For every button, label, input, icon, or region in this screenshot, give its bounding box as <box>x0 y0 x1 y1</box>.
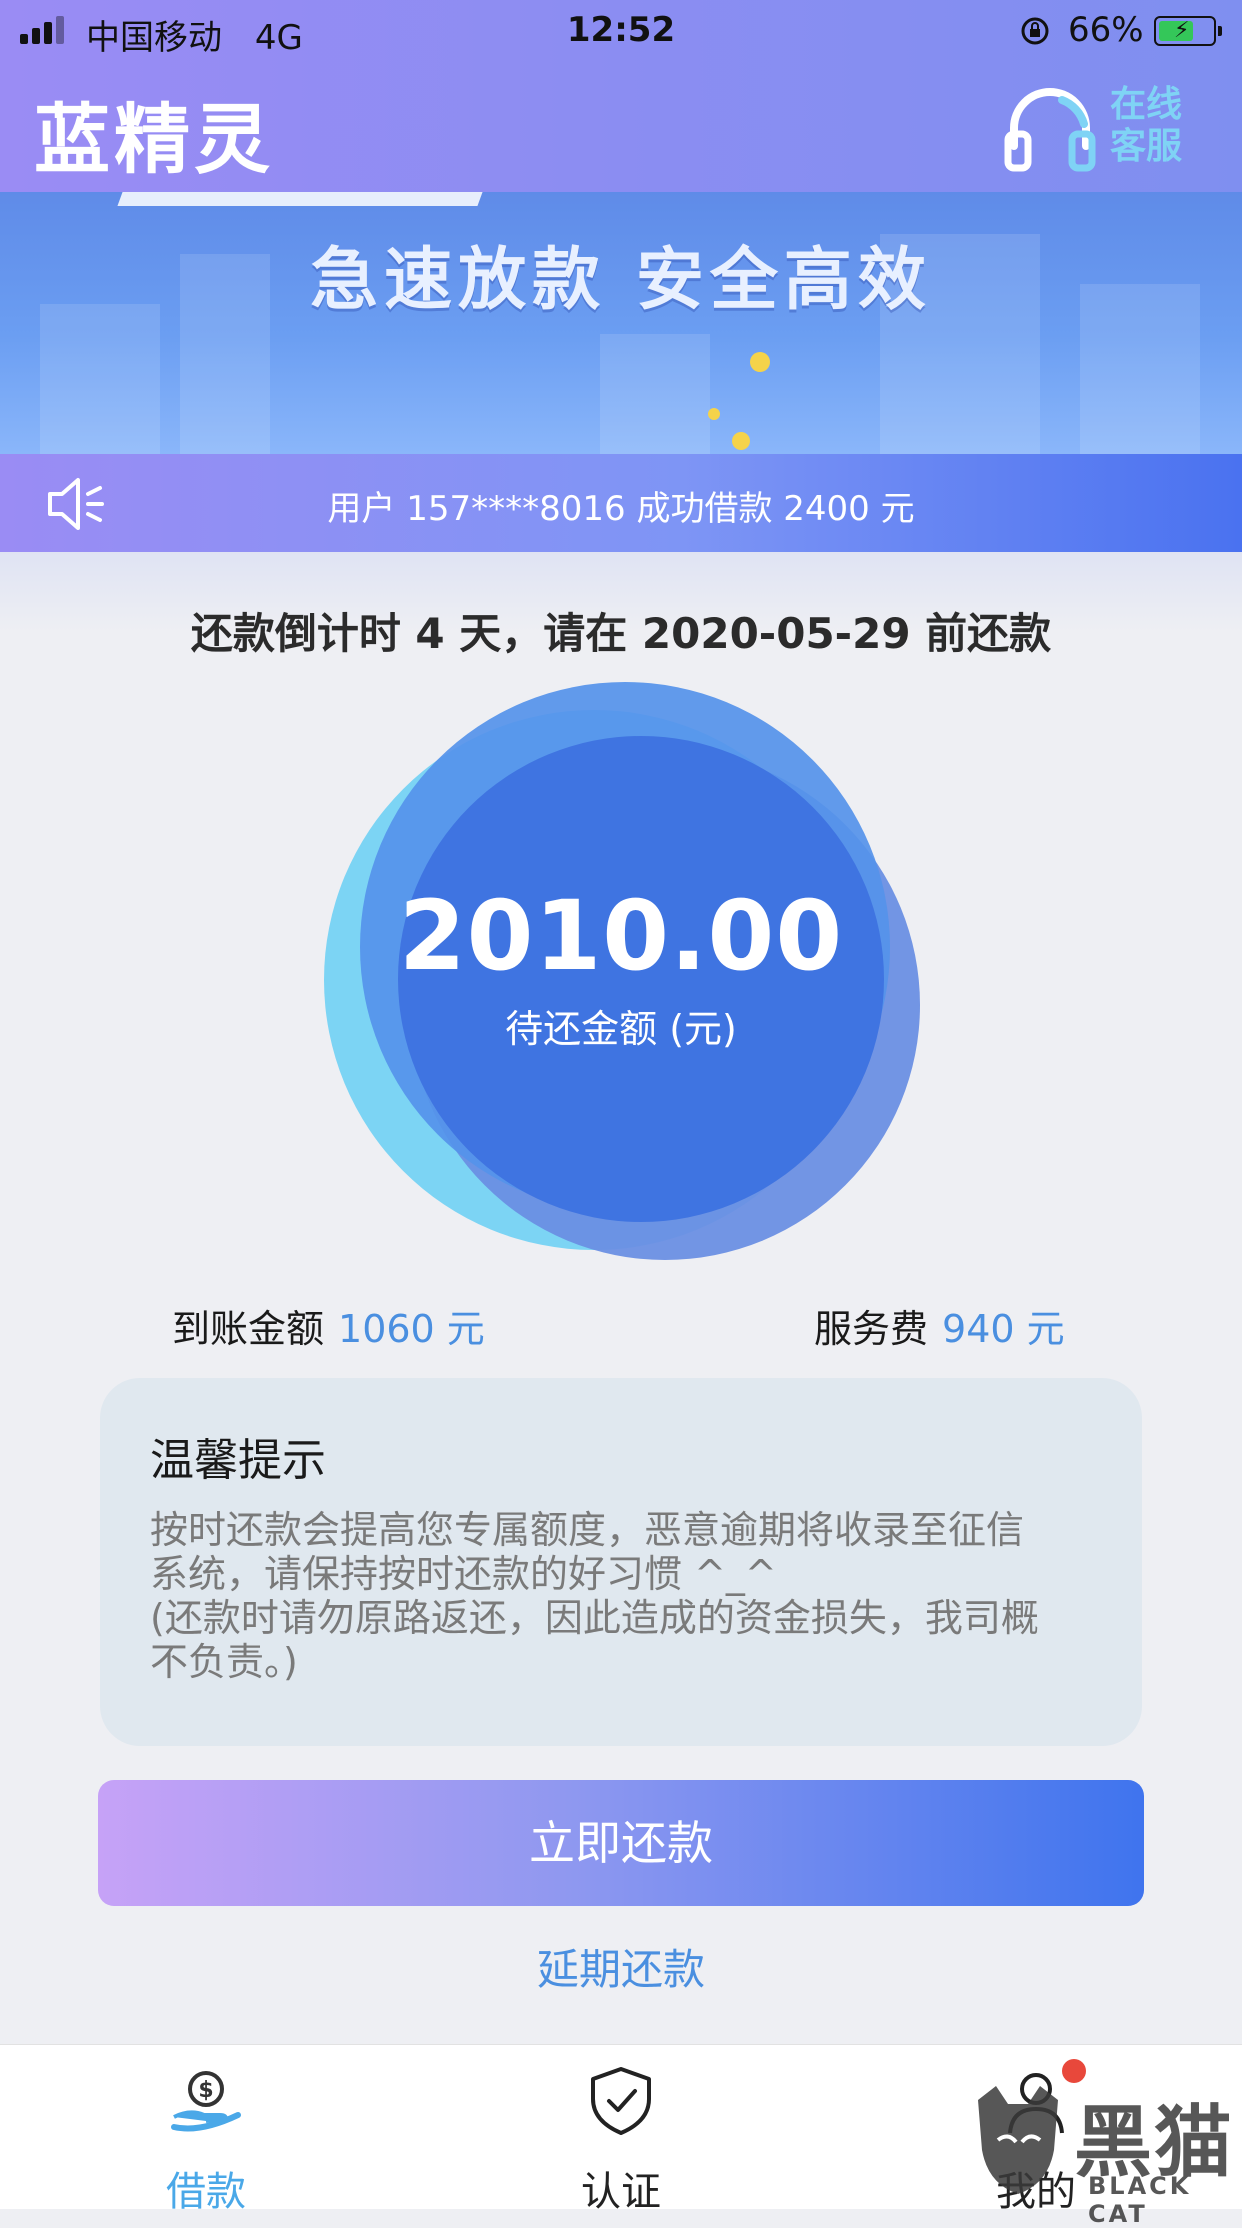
tip-title: 温馨提示 <box>150 1435 326 1486</box>
promo-banner[interactable]: 急速放款 安全高效 <box>0 192 1242 454</box>
banner-dot <box>732 432 750 450</box>
rotation-lock-icon <box>1021 17 1049 45</box>
tip-body: 按时还款会提高您专属额度，恶意逾期将收录至征信 系统，请保持按时还款的好习惯 ^… <box>150 1508 1039 1684</box>
money-hand-icon: $ <box>171 2071 241 2132</box>
received-amount: 到账金额 1060 元 <box>172 1298 485 1353</box>
black-cat-logo-icon <box>978 2086 1058 2194</box>
received-value: 1060 元 <box>338 1307 485 1351</box>
watermark-en: BLACK CAT <box>1088 2172 1192 2228</box>
tab-loan[interactable]: $ 借款 <box>86 2045 326 2215</box>
fee-label: 服务费 <box>814 1307 929 1351</box>
repayment-countdown: 还款倒计时 4 天，请在 2020-05-29 前还款 <box>190 609 1052 658</box>
tab-loan-label: 借款 <box>166 2169 246 2215</box>
tab-verify[interactable]: 认证 <box>501 2045 741 2215</box>
headset-icon <box>1004 88 1096 172</box>
extend-repayment-link[interactable]: 延期还款 <box>0 1936 1242 1997</box>
status-bar: 中国移动 4G 12:52 66% ⚡ <box>0 0 1242 62</box>
svg-text:$: $ <box>198 2078 213 2103</box>
banner-slogan: 急速放款 安全高效 <box>310 241 932 320</box>
fee-value: 940 元 <box>942 1307 1065 1351</box>
charging-bolt-icon: ⚡ <box>1174 18 1190 43</box>
banner-dot <box>750 352 770 372</box>
tab-verify-label: 认证 <box>581 2169 661 2215</box>
app-title: 蓝精灵 <box>34 95 274 184</box>
received-label: 到账金额 <box>172 1307 325 1351</box>
service-fee: 服务费 940 元 <box>814 1298 1065 1353</box>
repay-now-button[interactable]: 立即还款 <box>98 1780 1144 1906</box>
battery-percentage: 66% <box>1068 10 1144 50</box>
banner-dot <box>708 408 720 420</box>
loan-notice-bar: 用户 157****8016 成功借款 2400 元 <box>0 454 1242 552</box>
amount-due: 2010.00 <box>398 880 844 992</box>
support-label: 在线客服 <box>1110 84 1183 167</box>
black-cat-watermark: 黑猫 BLACK CAT <box>960 2080 1242 2228</box>
tip-card: 温馨提示 按时还款会提高您专属额度，恶意逾期将收录至征信 系统，请保持按时还款的… <box>100 1378 1142 1746</box>
clock: 12:52 <box>566 10 676 50</box>
amount-due-label: 待还金额 (元) <box>505 1007 737 1051</box>
online-support-button[interactable]: 在线客服 <box>1000 76 1210 176</box>
notice-text: 用户 157****8016 成功借款 2400 元 <box>327 489 915 529</box>
shield-check-icon <box>591 2067 651 2135</box>
battery-icon: ⚡ <box>1154 16 1222 46</box>
